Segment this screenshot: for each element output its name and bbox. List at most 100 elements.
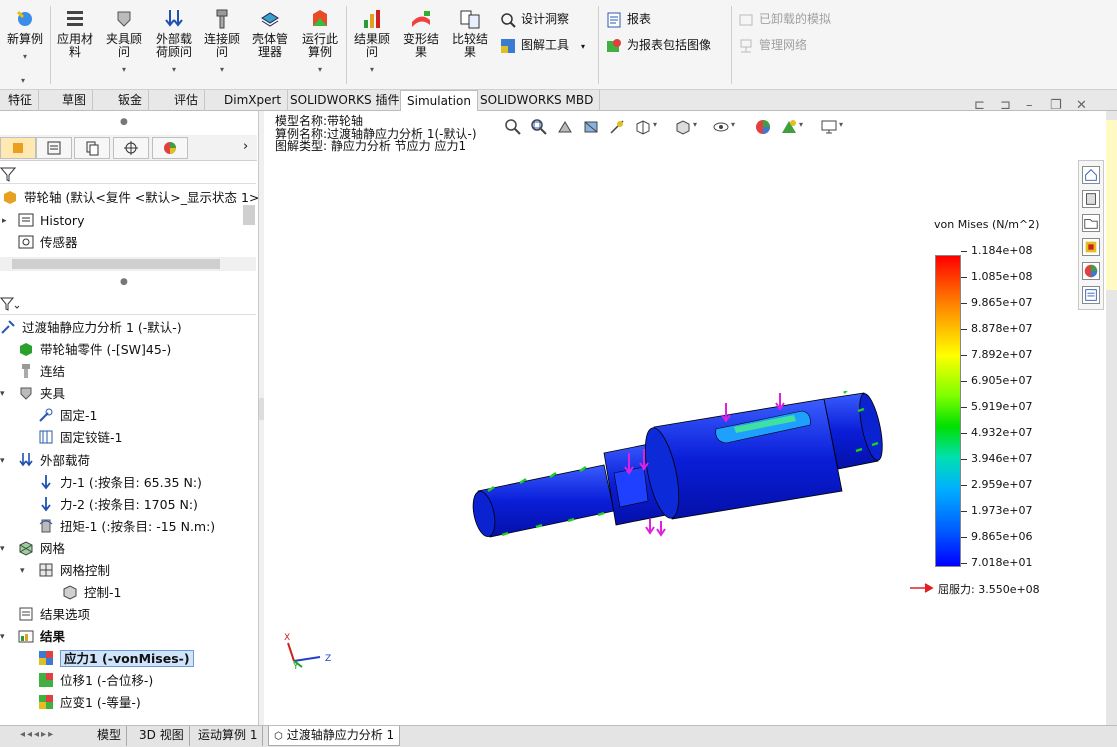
chevron-right-icon[interactable]: › <box>243 139 248 154</box>
design-library-icon[interactable] <box>1082 190 1100 208</box>
horizontal-scrollbar[interactable] <box>0 257 256 271</box>
external-loads-advisor-button[interactable]: 外部载荷顾问 ▾ <box>151 8 197 76</box>
appearances-icon[interactable] <box>1082 262 1100 280</box>
display-style-icon[interactable] <box>674 118 692 136</box>
unloaded-sims-button[interactable]: 已卸载的模拟 <box>738 9 831 29</box>
dropdown-arrow-icon[interactable]: ▾ <box>653 120 657 129</box>
deformed-result-button[interactable]: 变形结果 <box>399 8 443 59</box>
study-root[interactable]: 过渡轴静应力分析 1 (-默认-) <box>0 317 182 339</box>
graphics-viewport[interactable]: 模型名称:带轮轴 算例名称:过渡轴静应力分析 1(-默认-) 图解类型: 静应力… <box>264 111 1106 725</box>
tab-feature-tree[interactable] <box>0 137 36 159</box>
connections-advisor-button[interactable]: 连接顾问 ▾ <box>201 8 243 76</box>
tab-sheet-metal[interactable]: 钣金 <box>112 90 150 111</box>
external-loads-node[interactable]: ▾ 外部载荷 <box>0 450 90 472</box>
dropdown-arrow-icon[interactable]: ▾ <box>839 120 843 129</box>
view-orientation-icon[interactable] <box>634 118 652 136</box>
manage-network-button[interactable]: 管理网络 <box>738 35 807 55</box>
dropdown-arrow-icon[interactable]: ▾ <box>101 63 147 76</box>
tab-model[interactable]: 模型 <box>92 726 128 746</box>
plot-tools-button[interactable]: 图解工具 ▾ <box>500 35 585 55</box>
tab-dimxpert[interactable]: DimXpert <box>218 90 289 111</box>
tab-scroll-arrows[interactable]: ◂◂◂▸▸ <box>20 729 55 740</box>
apply-material-button[interactable]: 应用材料 <box>54 8 96 59</box>
mesh-control-node[interactable]: ▾ 网格控制 <box>20 560 110 582</box>
dropdown-arrow-icon[interactable]: ▾ <box>350 63 394 76</box>
result-options-node[interactable]: 结果选项 <box>18 604 90 626</box>
tab-3d-view[interactable]: 3D 视图 <box>134 726 190 746</box>
control-1-node[interactable]: 控制-1 <box>62 582 121 604</box>
shell-manager-button[interactable]: 壳体管理器 <box>247 8 293 59</box>
collapse-caret-icon[interactable]: ▾ <box>0 383 5 405</box>
collapse-caret-icon[interactable]: ▾ <box>0 538 5 560</box>
custom-properties-icon[interactable] <box>1082 286 1100 304</box>
part-node[interactable]: 带轮轴零件 (-[SW]45-) <box>18 339 171 361</box>
dropdown-arrow-icon[interactable]: ▾ <box>799 120 803 129</box>
tab-solidworks-addins[interactable]: SOLIDWORKS 插件 <box>284 90 407 111</box>
ribbon-dropdown-arrow[interactable]: ▾ <box>18 70 28 87</box>
tab-features[interactable]: 特征 <box>2 90 40 111</box>
run-study-button[interactable]: 运行此算例 ▾ <box>297 8 343 76</box>
pane-splitter-handle[interactable]: ● <box>120 117 128 127</box>
fixed-1-node[interactable]: 固定-1 <box>38 405 97 427</box>
new-study-button[interactable]: 新算例 ▾ <box>3 8 47 63</box>
dropdown-arrow-icon[interactable]: ▾ <box>201 63 243 76</box>
dropdown-arrow-icon[interactable]: ▾ <box>693 120 697 129</box>
zoom-to-area-icon[interactable] <box>530 118 548 136</box>
feature-tree-root[interactable]: 带轮轴 (默认<复件 <默认>_显示状态 1> <box>2 187 259 209</box>
dropdown-arrow-icon[interactable]: ▾ <box>581 42 585 51</box>
tab-motion-study[interactable]: 运动算例 1 <box>193 726 264 746</box>
dynamic-annotation-icon[interactable] <box>608 118 626 136</box>
results-advisor-button[interactable]: 结果顾问 ▾ <box>350 8 394 76</box>
section-view-icon[interactable] <box>582 118 600 136</box>
apply-scene-icon[interactable] <box>780 118 798 136</box>
tab-sketch[interactable]: 草图 <box>56 90 94 111</box>
fixed-hinge-1-node[interactable]: 固定铰链-1 <box>38 427 122 449</box>
tab-simulation[interactable]: Simulation <box>400 90 478 111</box>
connections-node[interactable]: 连结 <box>18 361 65 383</box>
home-icon[interactable] <box>1082 166 1100 184</box>
hide-show-items-icon[interactable] <box>712 118 730 136</box>
history-folder[interactable]: ▸ History <box>2 210 84 232</box>
tab-solidworks-mbd[interactable]: SOLIDWORKS MBD <box>474 90 601 111</box>
collapse-caret-icon[interactable]: ▾ <box>0 626 5 648</box>
collapse-caret-icon[interactable]: ▾ <box>20 560 25 582</box>
tab-property-manager[interactable] <box>36 137 72 159</box>
tab-display-manager[interactable] <box>152 137 188 159</box>
tab-simulation-study[interactable]: ⬡ 过渡轴静应力分析 1 <box>268 726 401 746</box>
mesh-node[interactable]: ▾ 网格 <box>0 538 65 560</box>
file-explorer-icon[interactable] <box>1082 214 1100 232</box>
filter-bar[interactable] <box>0 164 256 184</box>
fixtures-advisor-button[interactable]: 夹具顾问 ▾ <box>101 8 147 76</box>
vertical-scrollbar[interactable] <box>243 205 255 225</box>
design-insight-button[interactable]: 设计洞察 <box>500 9 569 29</box>
force-1-node[interactable]: 力-1 (:按条目: 65.35 N:) <box>38 472 202 494</box>
pane-splitter-handle[interactable]: ● <box>120 277 128 287</box>
previous-view-icon[interactable] <box>556 118 574 136</box>
tab-evaluate[interactable]: 评估 <box>168 90 206 111</box>
dropdown-arrow-icon[interactable]: ▾ <box>151 63 197 76</box>
scrollbar-thumb[interactable] <box>12 259 220 269</box>
expand-caret-icon[interactable]: ▸ <box>2 210 7 232</box>
strain-1-node[interactable]: 应变1 (-等量-) <box>38 692 141 714</box>
torque-1-node[interactable]: 扭矩-1 (:按条目: -15 N.m:) <box>38 516 215 538</box>
edit-appearance-icon[interactable] <box>754 118 772 136</box>
dropdown-arrow-icon[interactable]: ▾ <box>297 63 343 76</box>
dropdown-arrow-icon[interactable]: ▾ <box>3 50 47 63</box>
force-2-node[interactable]: 力-2 (:按条目: 1705 N:) <box>38 494 198 516</box>
displacement-1-node[interactable]: 位移1 (-合位移-) <box>38 670 153 692</box>
stress-1-node[interactable]: 应力1 (-vonMises-) <box>38 648 194 670</box>
tab-configuration-manager[interactable] <box>74 137 110 159</box>
view-settings-icon[interactable] <box>820 118 838 136</box>
compare-results-button[interactable]: 比较结果 <box>448 8 492 59</box>
fixtures-node[interactable]: ▾ 夹具 <box>0 383 65 405</box>
zoom-to-fit-icon[interactable] <box>504 118 522 136</box>
view-palette-icon[interactable] <box>1082 238 1100 256</box>
sensors-folder[interactable]: 传感器 <box>18 232 78 254</box>
simulation-filter-bar[interactable] <box>0 293 256 315</box>
collapse-caret-icon[interactable]: ▾ <box>0 450 5 472</box>
report-button[interactable]: 报表 <box>606 9 651 29</box>
tab-dimxpert-manager[interactable] <box>113 137 149 159</box>
results-node[interactable]: ▾ 结果 <box>0 626 65 648</box>
include-image-report-button[interactable]: 为报表包括图像 <box>606 35 711 55</box>
shaft-stress-model[interactable] <box>464 391 904 561</box>
